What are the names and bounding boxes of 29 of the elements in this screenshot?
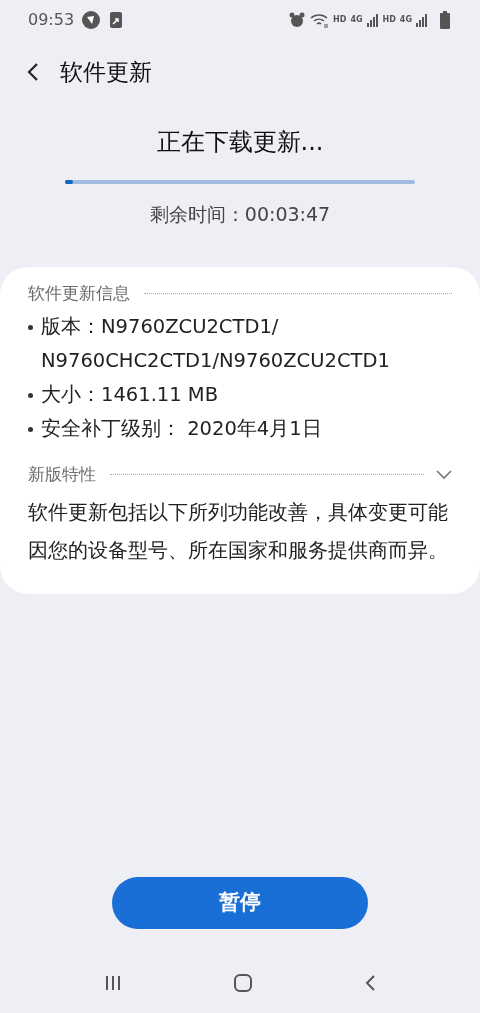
home-icon (233, 973, 253, 993)
signal-icon (416, 13, 428, 27)
app-notification-icon (82, 11, 101, 29)
section-title: 软件更新信息 (28, 281, 130, 305)
network-label: 4G (399, 14, 412, 26)
back-icon (26, 62, 40, 82)
network-label: HD (382, 14, 396, 26)
info-item: 版本：N9760ZCU2CTD1/ N9760CHC2CTD1/N9760ZCU2CTD1 (41, 314, 391, 374)
bullet-icon (28, 325, 33, 330)
bullet-icon (28, 393, 33, 398)
download-notification-icon (110, 12, 123, 28)
bullet-icon (28, 427, 33, 432)
section-title: 新版特性 (28, 463, 96, 486)
page-title: 软件更新 (60, 57, 152, 87)
wifi-icon (309, 12, 330, 28)
info-item: 大小：1461.11 MB (41, 382, 219, 408)
status-time: 09:53 (28, 9, 75, 31)
signal-icon (366, 13, 379, 27)
remaining-time: 剩余时间：00:03:47 (148, 202, 332, 227)
download-status: 正在下载更新... (155, 127, 325, 158)
recent-apps-icon (103, 974, 122, 992)
network-label: 4G (350, 14, 363, 26)
back-icon (364, 974, 377, 992)
pause-button[interactable]: 暂停 (112, 877, 368, 929)
network-label: HD (333, 14, 347, 26)
info-item: 安全补丁级别： 2020年4月1日 (41, 416, 322, 442)
features-description: 软件更新包括以下所列功能改善，具体变更可能因您的设备型号、所在国家和服务提供商而异。 (28, 499, 449, 564)
battery-icon (440, 11, 450, 29)
features-toggle[interactable]: 新版特性 (28, 462, 452, 488)
